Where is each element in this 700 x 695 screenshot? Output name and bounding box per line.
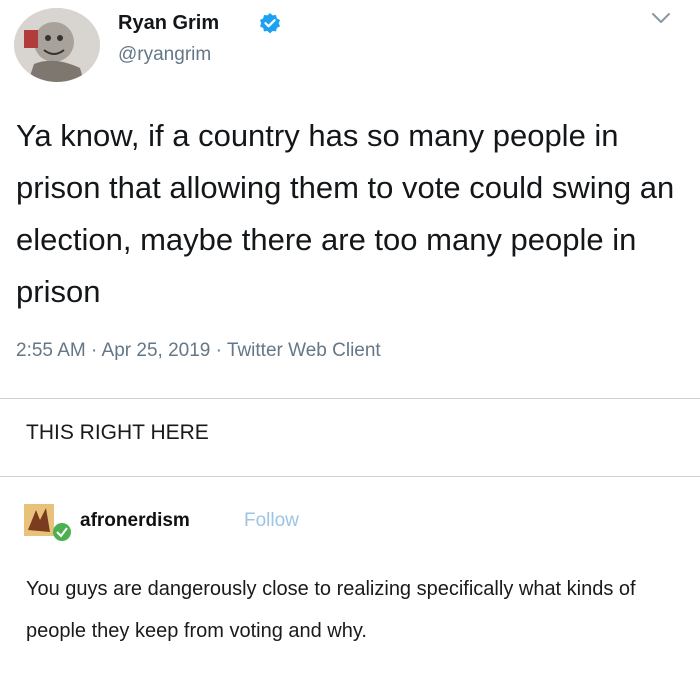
tweet-text: Ya know, if a country has so many people… — [16, 118, 675, 309]
avatar-image — [14, 8, 100, 82]
reply-username[interactable]: afronerdism — [80, 510, 190, 532]
author-avatar[interactable] — [14, 8, 100, 82]
chevron-down-icon[interactable] — [650, 10, 672, 26]
verified-badge-icon — [260, 13, 280, 34]
divider — [0, 476, 700, 477]
reply-avatar[interactable] — [22, 502, 74, 542]
caption-text: THIS RIGHT HERE — [26, 421, 209, 444]
follow-button[interactable]: Follow — [244, 510, 299, 532]
tweet-meta: 2:55 AM · Apr 25, 2019 · Twitter Web Cli… — [16, 340, 381, 361]
author-handle[interactable]: @ryangrim — [118, 44, 211, 66]
reply-text: You guys are dangerously close to realiz… — [26, 578, 636, 642]
tweet-card: Ryan Grim @ryangrim Ya know, if a countr… — [0, 0, 700, 400]
author-name[interactable]: Ryan Grim — [118, 12, 219, 35]
divider — [0, 398, 700, 399]
